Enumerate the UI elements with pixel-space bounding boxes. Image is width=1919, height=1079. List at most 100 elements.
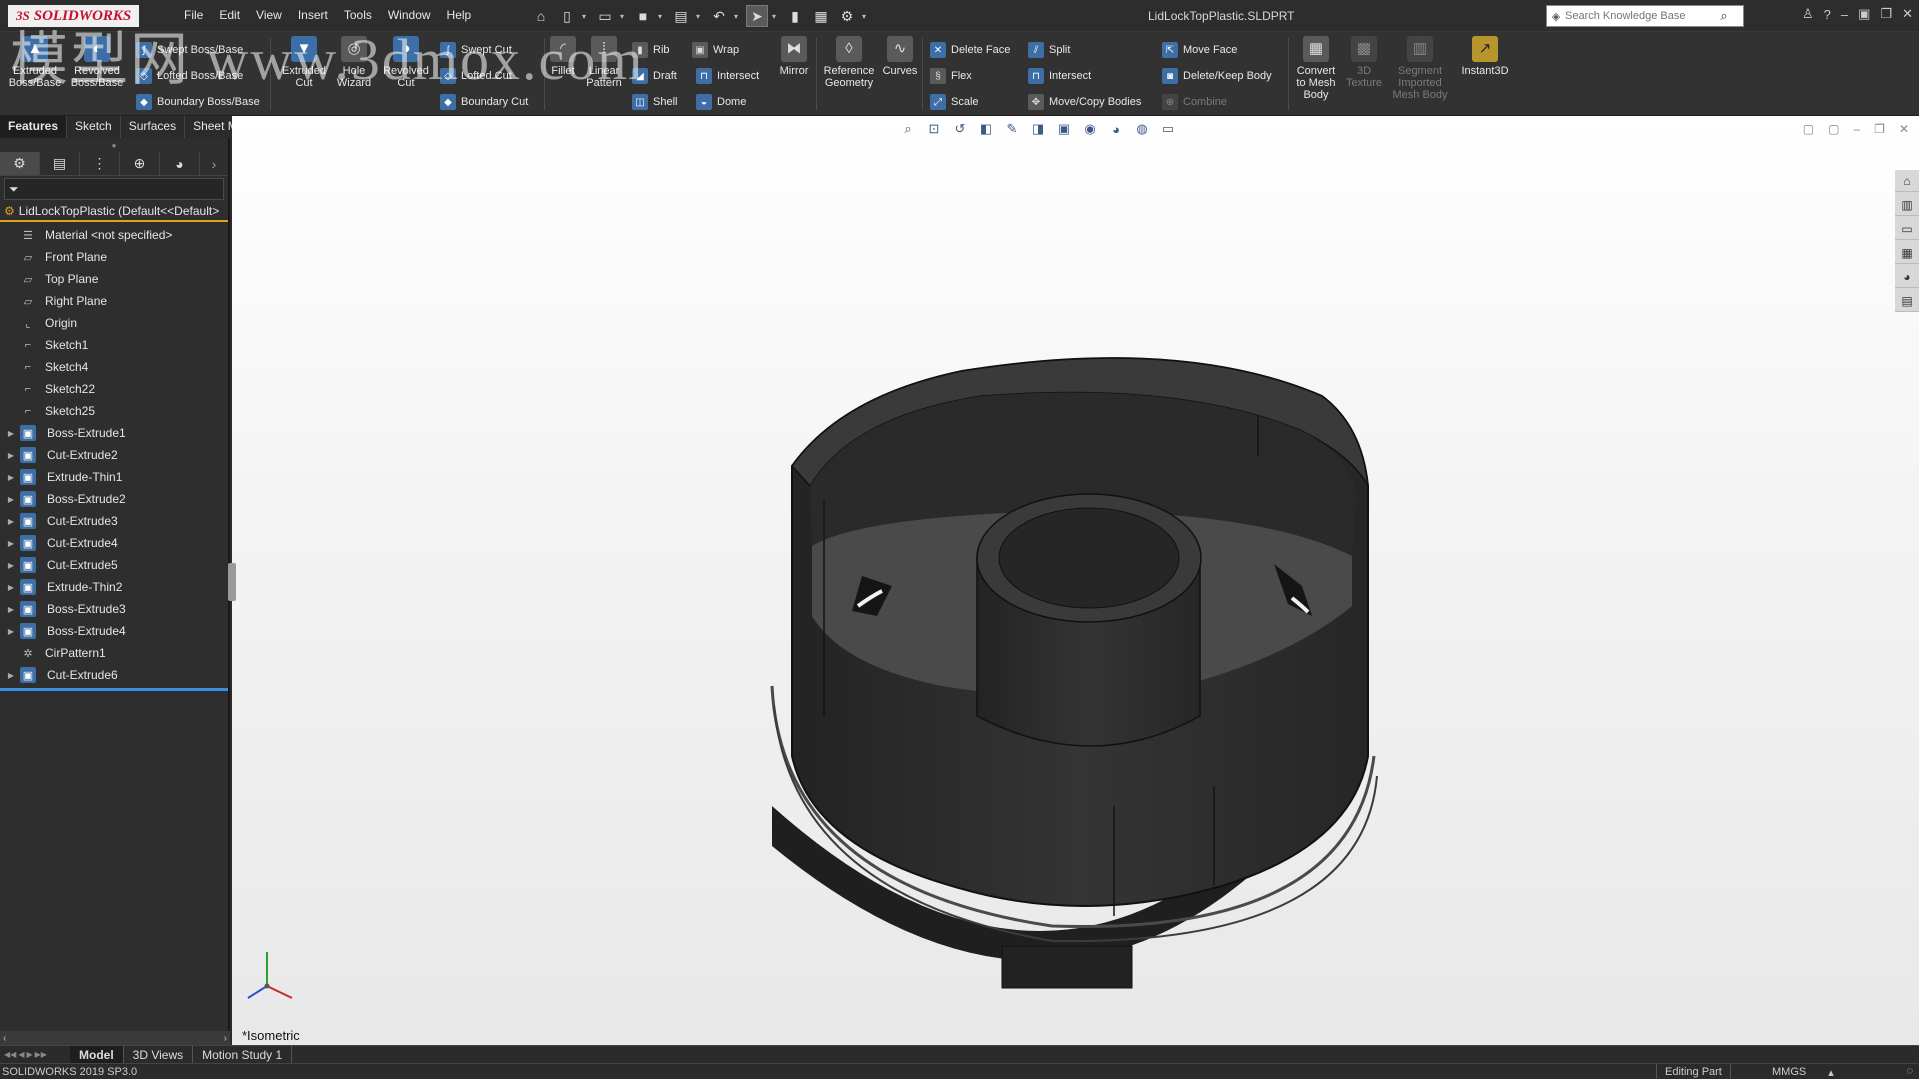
viewport-close-icon[interactable]: ✕ xyxy=(1899,122,1909,136)
bottom-tab-motion-study-1[interactable]: Motion Study 1 xyxy=(193,1045,293,1064)
intersect-button[interactable]: ⊓ Intersect xyxy=(696,68,759,84)
rollback-bar[interactable] xyxy=(0,688,228,691)
hide-show-items-icon[interactable]: ◉ xyxy=(1080,120,1100,138)
solidworks-logo[interactable]: 3S SOLIDWORKS xyxy=(8,5,140,27)
tree-item[interactable]: ▶ ▣ Cut-Extrude4 xyxy=(0,532,228,554)
feature-tree-tab-icon[interactable]: ⚙ xyxy=(0,152,40,175)
dome-button[interactable]: ◒ Dome xyxy=(696,94,746,110)
revolved-boss-button[interactable]: ◐ Revolved Boss/Base xyxy=(66,36,128,89)
open-dropdown-icon[interactable]: ▾ xyxy=(620,12,628,21)
print-dropdown-icon[interactable]: ▾ xyxy=(696,12,704,21)
curves-button[interactable]: ∿ Curves xyxy=(880,36,920,77)
viewport-restore-icon[interactable]: ❐ xyxy=(1874,122,1885,136)
hole-wizard-button[interactable]: ◎ Hole Wizard xyxy=(332,36,376,89)
rebuild-icon[interactable]: ▮ xyxy=(784,5,806,27)
move-face-button[interactable]: ⇱ Move Face xyxy=(1162,42,1237,58)
previous-view-icon[interactable]: ↺ xyxy=(950,120,970,138)
wrap-button[interactable]: ▣ Wrap xyxy=(692,42,739,58)
mirror-button[interactable]: ⧓ Mirror xyxy=(776,36,812,77)
display-style-icon[interactable]: ▣ xyxy=(1054,120,1074,138)
revolved-cut-button[interactable]: ◑ Revolved Cut xyxy=(378,36,434,89)
move-copy-bodies-button[interactable]: ✥ Move/Copy Bodies xyxy=(1028,94,1141,110)
expand-arrow-icon[interactable]: ▶ xyxy=(4,539,18,548)
search-icon[interactable]: ⌕ xyxy=(1715,8,1733,24)
tree-root-part[interactable]: ⚙ LidLockTopPlastic (Default<<Default> xyxy=(0,202,228,222)
tree-item[interactable]: ▱ Front Plane xyxy=(0,246,228,268)
dynamic-annotation-icon[interactable]: ✎ xyxy=(1002,120,1022,138)
segment-mesh-button[interactable]: ▥ Segment Imported Mesh Body xyxy=(1388,36,1452,101)
extruded-boss-button[interactable]: ▲ Extruded Boss/Base xyxy=(6,36,64,89)
menu-tools[interactable]: Tools xyxy=(338,8,378,22)
dimxpert-tab-icon[interactable]: ⊕ xyxy=(120,152,160,175)
scale-button[interactable]: ⤢ Scale xyxy=(930,94,979,110)
bottom-tab-3d-views[interactable]: 3D Views xyxy=(124,1045,194,1064)
draft-button[interactable]: ◢ Draft xyxy=(632,68,677,84)
file-properties-icon[interactable]: ▦ xyxy=(810,5,832,27)
delete-keep-body-button[interactable]: ◙ Delete/Keep Body xyxy=(1162,68,1272,84)
section-view-icon[interactable]: ◧ xyxy=(976,120,996,138)
display-manager-tab-icon[interactable]: ◕ xyxy=(160,152,200,175)
swept-boss-button[interactable]: ∫ Swept Boss/Base xyxy=(136,42,243,58)
view-settings-icon[interactable]: ▭ xyxy=(1158,120,1178,138)
chevron-right-icon[interactable]: › xyxy=(200,152,228,175)
close-icon[interactable]: ✕ xyxy=(1902,6,1913,22)
options-gear-icon[interactable]: ⚙ xyxy=(836,5,858,27)
select-arrow-icon[interactable]: ➤ xyxy=(746,5,768,27)
delete-face-button[interactable]: ✕ Delete Face xyxy=(930,42,1010,58)
new-dropdown-icon[interactable]: ▾ xyxy=(582,12,590,21)
zoom-to-area-icon[interactable]: ⊡ xyxy=(924,120,944,138)
select-dropdown-icon[interactable]: ▾ xyxy=(772,12,780,21)
tree-item[interactable]: ▶ ▣ Boss-Extrude1 xyxy=(0,422,228,444)
graphics-viewport[interactable]: ⌕ ⊡ ↺ ◧ ✎ ◨ ▣ ◉ ◕ ◍ ▭ ▢ ▢ – ❐ ✕ ⌂ ▥ ▭ ▦ … xyxy=(232,116,1919,1045)
menu-view[interactable]: View xyxy=(250,8,288,22)
convert-to-mesh-button[interactable]: ▦ Convert to Mesh Body xyxy=(1292,36,1340,101)
tree-item[interactable]: ▶ ▣ Cut-Extrude3 xyxy=(0,510,228,532)
expand-arrow-icon[interactable]: ▶ xyxy=(4,605,18,614)
3d-part-model[interactable] xyxy=(662,286,1442,1006)
tree-item[interactable]: ⌞ Origin xyxy=(0,312,228,334)
tree-item[interactable]: ▶ ▣ Cut-Extrude2 xyxy=(0,444,228,466)
expand-arrow-icon[interactable]: ▶ xyxy=(4,429,18,438)
options-dropdown-icon[interactable]: ▾ xyxy=(862,12,870,21)
menu-insert[interactable]: Insert xyxy=(292,8,334,22)
menu-file[interactable]: File xyxy=(178,8,209,22)
view-palette-icon[interactable]: ▦ xyxy=(1895,242,1919,264)
tree-item[interactable]: ▱ Right Plane xyxy=(0,290,228,312)
zoom-to-fit-icon[interactable]: ⌕ xyxy=(898,120,918,138)
intersect-direct-button[interactable]: ⊓ Intersect xyxy=(1028,68,1091,84)
boundary-boss-button[interactable]: ◆ Boundary Boss/Base xyxy=(136,94,260,110)
tile-icon[interactable]: ▣ xyxy=(1858,6,1870,22)
split-button[interactable]: ⫽ Split xyxy=(1028,42,1070,58)
tree-item[interactable]: ☰ Material <not specified> xyxy=(0,224,228,246)
boundary-cut-button[interactable]: ◆ Boundary Cut xyxy=(440,94,528,110)
rib-button[interactable]: ▮ Rib xyxy=(632,42,670,58)
scroll-left-icon[interactable]: ‹ xyxy=(3,1033,6,1044)
tree-filter[interactable]: ⏷ xyxy=(4,178,224,200)
tree-item[interactable]: ▶ ▣ Boss-Extrude4 xyxy=(0,620,228,642)
shell-button[interactable]: ◫ Shell xyxy=(632,94,677,110)
open-folder-icon[interactable]: ▭ xyxy=(594,5,616,27)
3d-texture-button[interactable]: ▩ 3D Texture xyxy=(1342,36,1386,89)
viewport-tile-icon[interactable]: ▢ xyxy=(1803,122,1814,136)
lofted-boss-button[interactable]: ◇ Lofted Boss/Base xyxy=(136,68,243,84)
tab-features[interactable]: Features xyxy=(0,116,68,138)
search-input[interactable] xyxy=(1565,10,1715,22)
expand-arrow-icon[interactable]: ▶ xyxy=(4,561,18,570)
tree-item[interactable]: ▶ ▣ Cut-Extrude6 xyxy=(0,664,228,686)
expand-arrow-icon[interactable]: ▶ xyxy=(4,451,18,460)
prev-tab-icon[interactable]: ◀ xyxy=(18,1050,24,1059)
menu-help[interactable]: Help xyxy=(441,8,478,22)
bottom-tab-model[interactable]: Model xyxy=(70,1045,124,1064)
menu-window[interactable]: Window xyxy=(382,8,437,22)
tree-item[interactable]: ▶ ▣ Boss-Extrude2 xyxy=(0,488,228,510)
horizontal-scrollbar[interactable]: ‹ › xyxy=(0,1031,230,1045)
apply-scene-icon[interactable]: ◍ xyxy=(1132,120,1152,138)
next-tab-icon[interactable]: ▶ xyxy=(26,1050,32,1059)
fillet-button[interactable]: ◜ Fillet xyxy=(548,36,578,77)
panel-grip[interactable]: ● xyxy=(0,138,228,152)
file-explorer-icon[interactable]: ▭ xyxy=(1895,218,1919,240)
help-icon[interactable]: ? xyxy=(1824,7,1831,22)
flex-button[interactable]: § Flex xyxy=(930,68,972,84)
menu-edit[interactable]: Edit xyxy=(213,8,246,22)
solidworks-resources-icon[interactable]: ⌂ xyxy=(1895,170,1919,192)
